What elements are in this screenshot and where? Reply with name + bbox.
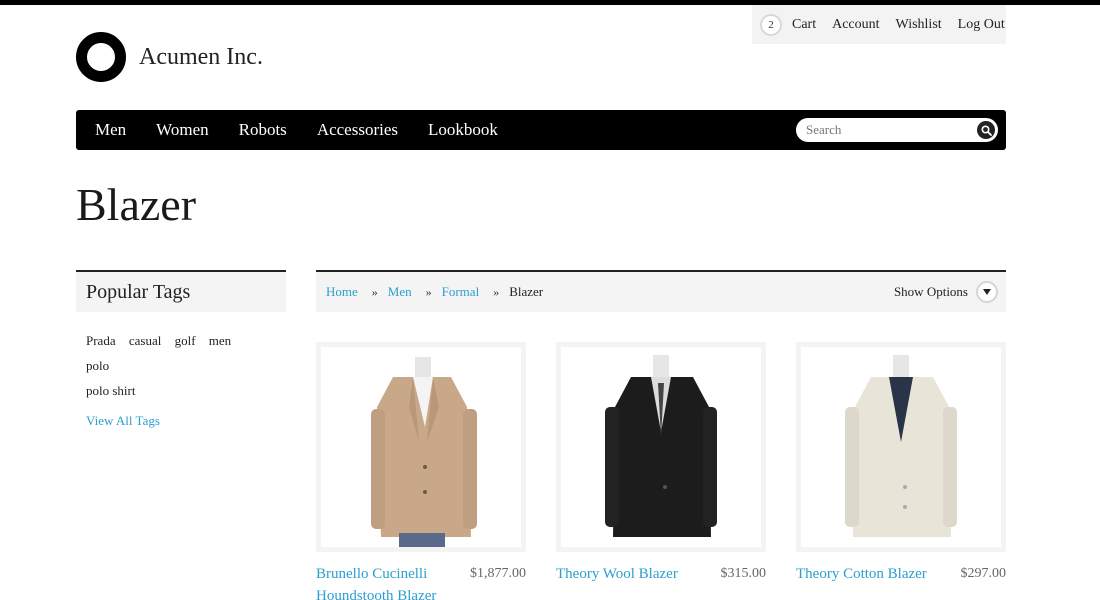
product-image[interactable] [561, 347, 761, 547]
blazer-image [605, 355, 717, 537]
show-options-label: Show Options [893, 284, 968, 299]
show-options-toggle[interactable]: Show Options [894, 281, 998, 303]
tag-list: Prada casual golf men polo polo shirt [76, 312, 286, 403]
cart-link[interactable]: Cart [792, 17, 816, 33]
chevron-down-icon [976, 281, 998, 303]
cart-count-badge[interactable]: 2 [760, 13, 782, 36]
popular-tags-panel: Popular Tags Prada casual golf men polo … [76, 270, 286, 429]
tag-polo[interactable]: polo [86, 358, 109, 373]
search-icon [980, 124, 992, 136]
brand-name: Acumen Inc. [139, 43, 263, 70]
logo-ring-icon [76, 32, 126, 82]
breadcrumb-separator: » [371, 284, 378, 299]
product-name[interactable]: Theory Cotton Blazer [796, 563, 936, 585]
tag-men[interactable]: men [209, 333, 231, 348]
product-card: Brunello Cucinelli Houndstooth Blazer $1… [316, 342, 526, 600]
tag-golf[interactable]: golf [175, 333, 196, 348]
product-card: Theory Wool Blazer $315.00 [556, 342, 766, 585]
breadcrumb-men[interactable]: Men [388, 284, 412, 300]
breadcrumb: Home » Men » Formal » Blazer Show Option… [316, 270, 1006, 312]
view-all-tags-link[interactable]: View All Tags [76, 413, 286, 429]
tag-casual[interactable]: casual [129, 333, 161, 348]
product-image[interactable] [321, 347, 521, 547]
search-button[interactable] [977, 121, 995, 139]
blazer-image [845, 355, 957, 537]
nav-item-women[interactable]: Women [156, 120, 208, 140]
product-price: $297.00 [960, 566, 1007, 581]
utility-bar: 2 Cart Account Wishlist Log Out [752, 5, 1006, 44]
product-name[interactable]: Brunello Cucinelli Houndstooth Blazer [316, 563, 456, 600]
logout-link[interactable]: Log Out [958, 17, 1005, 33]
breadcrumb-current: Blazer [509, 284, 544, 299]
account-link[interactable]: Account [832, 17, 879, 33]
tag-prada[interactable]: Prada [86, 333, 116, 348]
product-card: Theory Cotton Blazer $297.00 [796, 342, 1006, 585]
breadcrumb-separator: » [493, 284, 500, 299]
product-name[interactable]: Theory Wool Blazer [556, 563, 696, 585]
breadcrumb-formal[interactable]: Formal [442, 284, 480, 300]
product-image-frame[interactable] [796, 342, 1006, 552]
nav-item-lookbook[interactable]: Lookbook [428, 120, 498, 140]
nav-item-men[interactable]: Men [95, 120, 126, 140]
popular-tags-heading: Popular Tags [76, 270, 286, 312]
product-image-frame[interactable] [316, 342, 526, 552]
brand-logo[interactable]: Acumen Inc. [76, 32, 263, 82]
tag-polo-shirt[interactable]: polo shirt [86, 383, 135, 398]
search-box [796, 118, 998, 142]
product-image[interactable] [801, 347, 1001, 547]
product-price: $315.00 [720, 566, 767, 581]
breadcrumb-separator: » [425, 284, 432, 299]
nav-item-accessories[interactable]: Accessories [317, 120, 398, 140]
nav-item-robots[interactable]: Robots [239, 120, 287, 140]
wishlist-link[interactable]: Wishlist [896, 17, 942, 33]
breadcrumb-home[interactable]: Home [326, 284, 358, 300]
search-input[interactable] [806, 122, 966, 138]
blazer-image [371, 357, 477, 547]
product-price: $1,877.00 [470, 566, 526, 581]
main-nav: Men Women Robots Accessories Lookbook [76, 110, 1006, 150]
page-title: Blazer [76, 179, 197, 230]
product-image-frame[interactable] [556, 342, 766, 552]
